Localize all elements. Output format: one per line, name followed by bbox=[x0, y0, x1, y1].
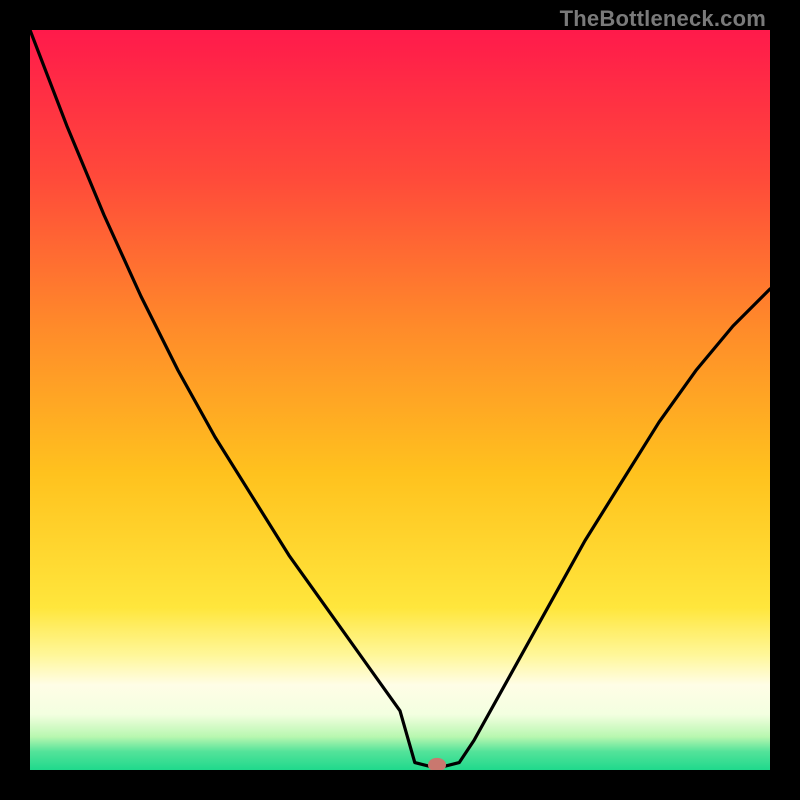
watermark-text: TheBottleneck.com bbox=[560, 6, 766, 32]
chart-frame bbox=[30, 30, 770, 770]
chart-background bbox=[30, 30, 770, 770]
bottleneck-chart bbox=[30, 30, 770, 770]
